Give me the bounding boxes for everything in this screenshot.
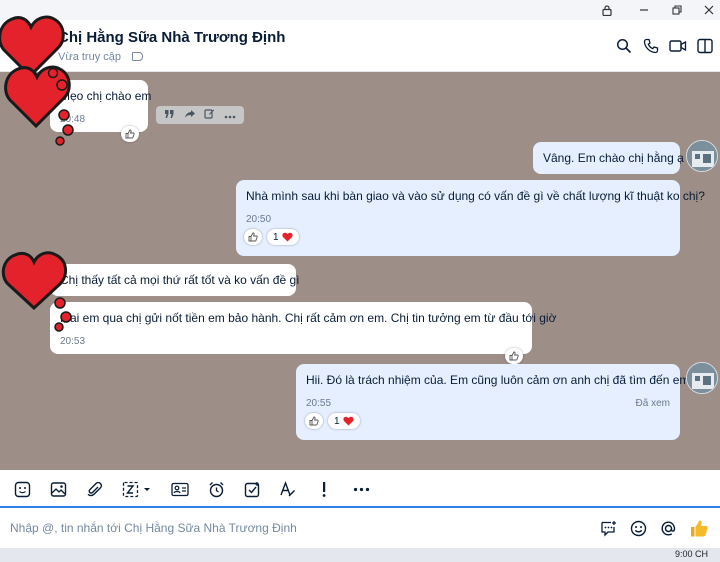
message-bubble-incoming[interactable]: Chị thấy tất cả mọi thứ rất tốt và ko vấ… [50,264,300,296]
message-bubble-outgoing[interactable]: Vâng. Em chào chị hằng ạ [533,142,684,174]
message-text: Vâng. Em chào chị hằng ạ [543,151,684,165]
restore-icon[interactable] [670,3,684,17]
seen-status: Đã xem [635,398,670,409]
reaction-button[interactable] [244,229,262,245]
composer-toolbar [0,470,720,508]
reaction-count: 1 [334,415,340,427]
taskbar-clock: 9:00 CH [674,549,708,559]
heart-sticker-icon [1,251,72,332]
tag-icon[interactable] [132,52,143,61]
like-icon[interactable] [689,518,709,538]
quote-icon[interactable] [164,106,175,124]
message-text: Mai em qua chị gửi nốt tiền em bảo hành.… [60,311,557,325]
message-bubble-outgoing[interactable]: Nhà mình sau khi bàn giao và vào sử dụng… [236,180,705,256]
heart-reaction-icon [281,232,293,242]
avatar[interactable] [686,140,718,172]
phone-icon[interactable] [641,36,661,56]
minimize-icon[interactable] [637,3,651,17]
message-time: 20:53 [60,336,86,347]
like-icon [248,232,258,242]
screenshot-icon[interactable] [122,479,154,499]
more-icon[interactable] [224,106,236,124]
reminder-icon[interactable] [206,479,226,499]
task-icon[interactable] [242,479,262,499]
forward-icon[interactable] [184,106,196,124]
layout-toggle-icon[interactable] [695,36,715,56]
reaction-summary[interactable]: 1 [328,413,360,429]
contact-card-icon[interactable] [170,479,190,499]
avatar[interactable] [686,362,718,394]
message-text: Chị thấy tất cả mọi thứ rất tốt và ko vấ… [60,273,300,287]
sticker-icon[interactable] [12,479,32,499]
reaction-button[interactable] [505,348,523,364]
mention-icon[interactable] [658,518,678,538]
emoji-icon[interactable] [628,518,648,538]
attachment-icon[interactable] [84,479,104,499]
video-call-icon[interactable] [668,36,688,56]
reaction-button[interactable] [121,126,139,142]
quick-message-icon[interactable] [598,518,618,538]
like-icon [509,351,519,361]
search-icon[interactable] [614,36,634,56]
reaction-summary[interactable]: 1 [267,229,299,245]
close-icon[interactable] [702,3,716,17]
message-composer [0,508,720,548]
edit-icon[interactable] [204,106,215,124]
lock-icon[interactable] [600,3,614,17]
message-time: 20:55 [306,398,332,409]
chat-header: Chị Hằng Sữa Nhà Trương Định Vừa truy cậ… [0,20,720,72]
message-bubble-incoming[interactable]: Mai em qua chị gửi nốt tiền em bảo hành.… [50,302,557,354]
message-hover-actions [156,106,244,124]
format-icon[interactable] [277,479,297,499]
image-icon[interactable] [48,479,68,499]
reaction-button[interactable] [305,413,323,429]
like-icon [125,129,135,139]
message-time: 20:50 [246,214,272,225]
heart-sticker-icon [0,15,74,146]
os-taskbar: 9:00 CH [0,548,720,562]
more-icon[interactable] [351,479,371,499]
window-titlebar [0,0,720,20]
urgent-icon[interactable] [314,479,334,499]
message-list[interactable]: Mẹo chị chào em 20:48 Vâng. Em chào chị … [0,72,720,470]
message-input[interactable] [10,518,570,538]
contact-name[interactable]: Chị Hằng Sữa Nhà Trương Định [58,29,285,46]
heart-reaction-icon [342,416,354,426]
message-text: Nhà mình sau khi bàn giao và vào sử dụng… [246,189,705,203]
reaction-count: 1 [273,231,279,243]
message-text: Hii. Đó là trách nhiệm của. Em cũng luôn… [306,373,693,387]
like-icon [309,416,319,426]
